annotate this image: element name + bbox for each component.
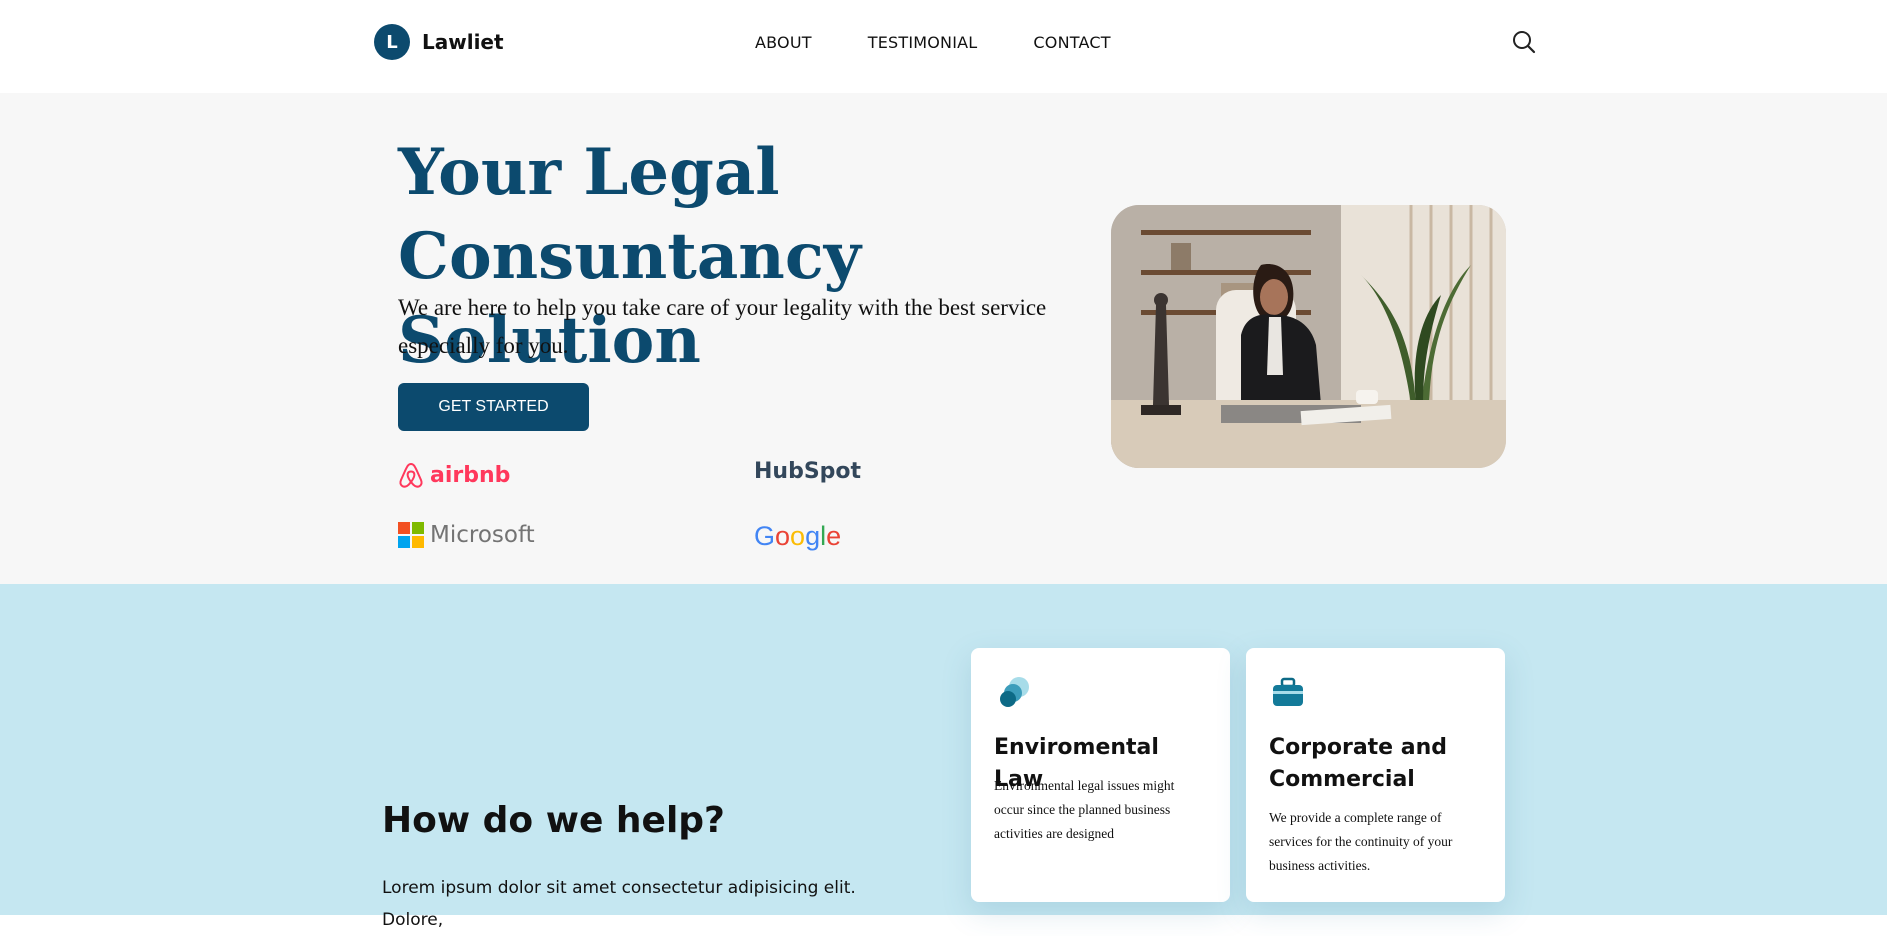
- briefcase-icon: [1270, 674, 1306, 710]
- get-started-button[interactable]: GET STARTED: [398, 383, 589, 431]
- airbnb-logo: airbnb: [398, 461, 510, 489]
- hero-description: We are here to help you take care of you…: [398, 295, 1047, 358]
- help-description: Lorem ipsum dolor sit amet consectetur a…: [382, 878, 856, 930]
- search-icon[interactable]: [1511, 29, 1537, 55]
- brand-logo[interactable]: L Lawliet: [374, 24, 504, 60]
- brand-name: Lawliet: [422, 30, 504, 54]
- top-navbar: L Lawliet ABOUT TESTIMONIAL CONTACT: [0, 0, 1887, 93]
- google-logo: Google: [754, 521, 841, 552]
- hubspot-wordmark: HubSpot: [754, 459, 862, 484]
- microsoft-logo: Microsoft: [398, 522, 535, 548]
- google-wordmark: Google: [754, 521, 842, 551]
- microsoft-wordmark: Microsoft: [430, 522, 535, 548]
- circles-icon: [995, 674, 1031, 710]
- airbnb-icon: [399, 462, 423, 488]
- help-section: How do we help? Lorem ipsum dolor sit am…: [0, 584, 1887, 930]
- main-menu: ABOUT TESTIMONIAL CONTACT: [755, 33, 1111, 52]
- service-card-corporate-commercial[interactable]: Corporate and Commercial We provide a co…: [1246, 648, 1505, 902]
- hero-section: Your Legal Consuntancy Solution We are h…: [0, 93, 1887, 584]
- hero-office-photo: [1111, 205, 1506, 468]
- nav-link-about[interactable]: ABOUT: [755, 33, 812, 52]
- brand-mark: L: [374, 24, 410, 60]
- help-title: How do we help?: [382, 800, 725, 841]
- airbnb-wordmark: airbnb: [430, 462, 511, 488]
- microsoft-squares-icon: [398, 522, 424, 548]
- service-card-title: Corporate and Commercial: [1269, 735, 1448, 792]
- service-card-text: We provide a complete range of services …: [1269, 810, 1453, 873]
- nav-link-contact[interactable]: CONTACT: [1033, 33, 1110, 52]
- hubspot-logo: HubSpot: [754, 459, 861, 484]
- nav-link-testimonial[interactable]: TESTIMONIAL: [868, 33, 978, 52]
- service-card-text: Environmental legal issues might occur s…: [994, 778, 1175, 841]
- service-card-environmental-law[interactable]: Enviromental Law Environmental legal iss…: [971, 648, 1230, 902]
